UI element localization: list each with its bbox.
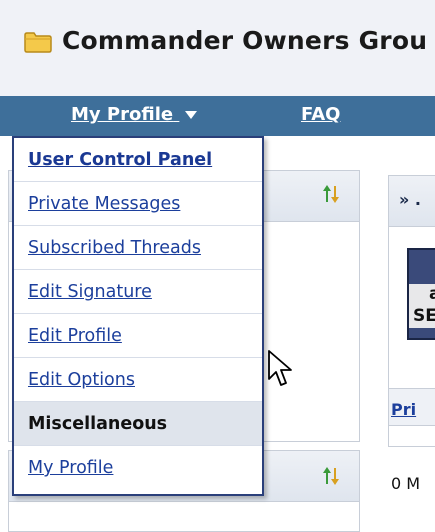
menu-item-label: Private Messages: [28, 194, 181, 214]
menu-item-label: Subscribed Threads: [28, 238, 201, 258]
menu-item-edit-profile[interactable]: Edit Profile: [14, 314, 262, 358]
navbar: My Profile FAQ: [0, 96, 435, 136]
menu-section-label: Miscellaneous: [28, 414, 168, 434]
nav-my-profile-label: My Profile: [71, 104, 174, 125]
nav-faq[interactable]: FAQ: [301, 104, 340, 125]
menu-item-subscribed-threads[interactable]: Subscribed Threads: [14, 226, 262, 270]
collapse-toggle-icon[interactable]: [322, 184, 340, 204]
forum-title: Commander Owners Grou: [62, 26, 428, 55]
menu-item-my-profile[interactable]: My Profile: [14, 446, 262, 490]
collapse-toggle-icon[interactable]: [322, 466, 340, 486]
mouse-pointer-icon: [268, 350, 292, 386]
content-panel: » . a SE Pri 0 M: [388, 175, 435, 493]
promo-image-text-1: a: [429, 284, 435, 304]
content-panel-heading: » .: [399, 190, 421, 209]
menu-item-label: My Profile: [28, 458, 114, 478]
promo-image-text-2: SE: [413, 306, 435, 326]
content-panel-header: » .: [389, 176, 435, 227]
folder-icon: [24, 32, 52, 53]
content-count: 0 M: [391, 474, 421, 493]
promo-image: a SE: [407, 248, 435, 340]
menu-item-edit-options[interactable]: Edit Options: [14, 358, 262, 402]
menu-item-label: Edit Profile: [28, 326, 122, 346]
menu-item-edit-signature[interactable]: Edit Signature: [14, 270, 262, 314]
nav-my-profile[interactable]: My Profile: [71, 104, 198, 125]
menu-section-miscellaneous: Miscellaneous: [14, 402, 262, 446]
caret-down-icon: [185, 111, 198, 119]
menu-item-user-control-panel[interactable]: User Control Panel: [14, 138, 262, 182]
menu-item-private-messages[interactable]: Private Messages: [14, 182, 262, 226]
menu-item-label: Edit Options: [28, 370, 135, 390]
menu-item-label: User Control Panel: [28, 150, 213, 170]
profile-dropdown-menu: User Control Panel Private Messages Subs…: [12, 136, 264, 496]
menu-item-label: Edit Signature: [28, 282, 152, 302]
content-link[interactable]: Pri: [391, 400, 416, 419]
forum-header: Commander Owners Grou: [0, 0, 435, 96]
